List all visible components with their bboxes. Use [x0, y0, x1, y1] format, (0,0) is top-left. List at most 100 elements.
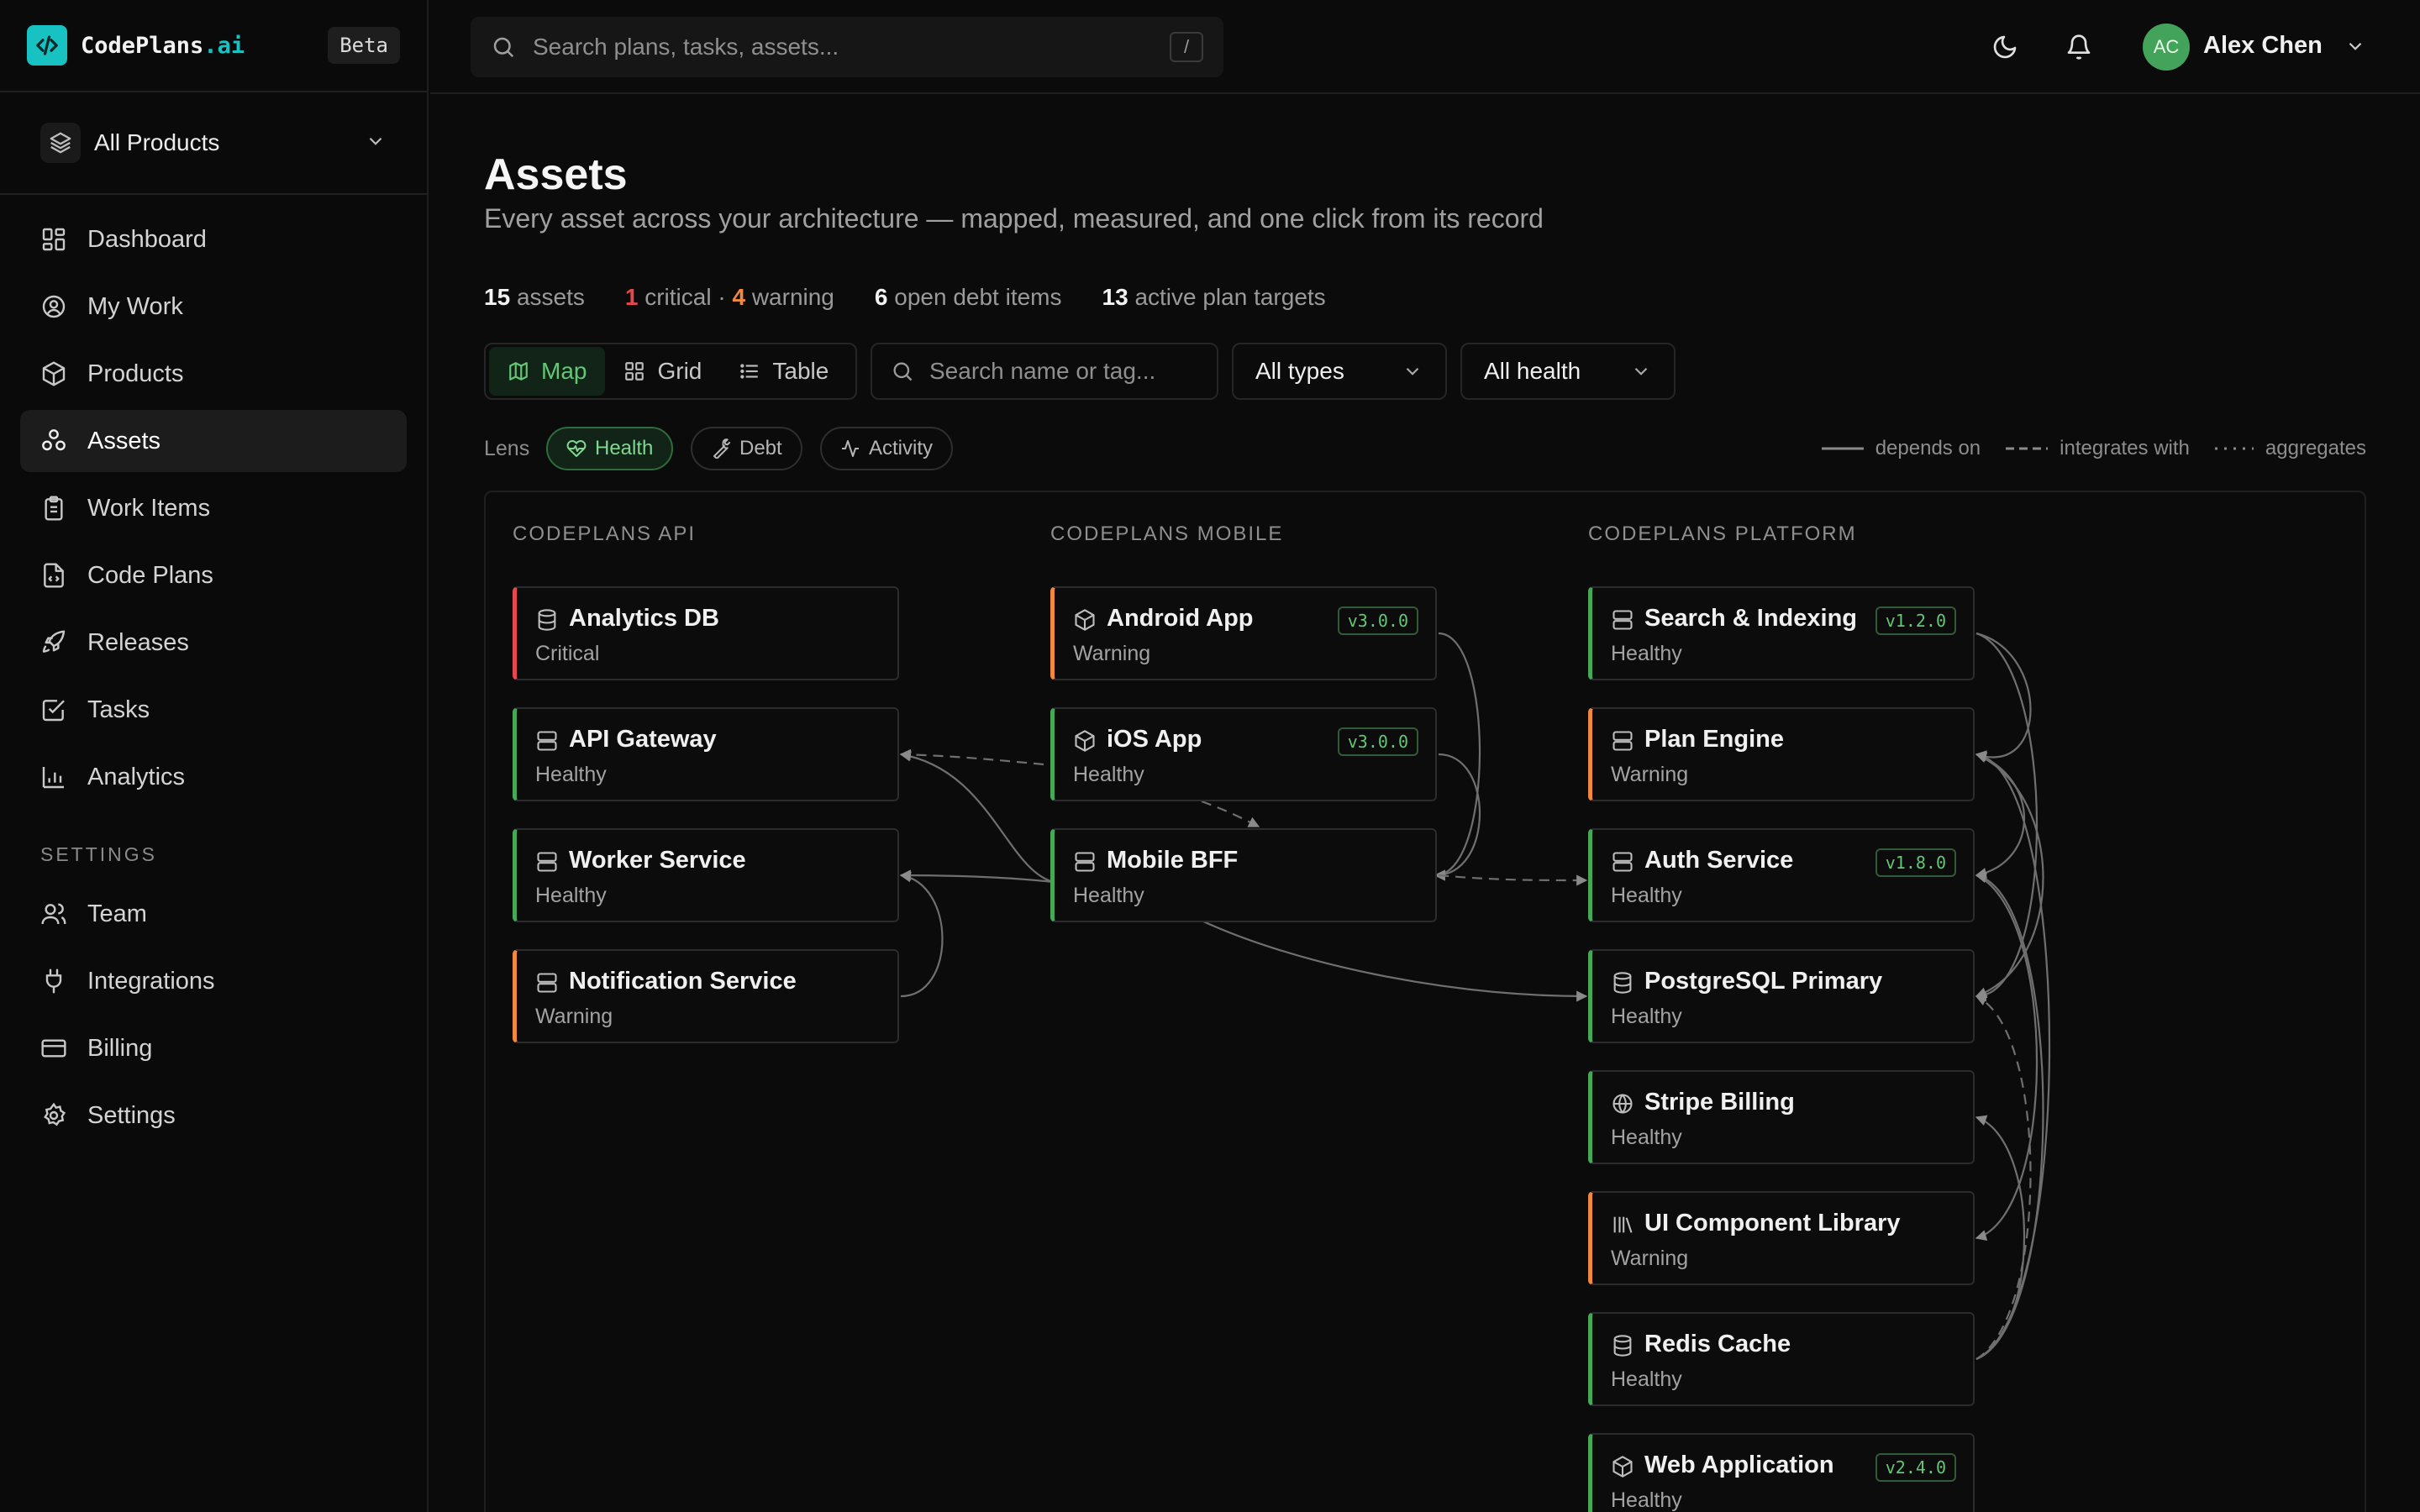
- column-heading: CODEPLANS MOBILE: [1050, 522, 1284, 545]
- lens-row: Lens Health Debt Activity depends on int…: [484, 427, 2366, 470]
- asset-name: iOS App: [1107, 726, 1202, 753]
- chevron-down-icon[interactable]: [2344, 35, 2366, 61]
- bell-icon[interactable]: [2060, 29, 2097, 66]
- server-icon: [1075, 852, 1095, 872]
- bar-chart-icon: [42, 767, 64, 789]
- map-icon: [509, 362, 528, 381]
- lens-label: Lens: [484, 437, 530, 460]
- asset-card[interactable]: Worker Service Healthy: [513, 828, 899, 922]
- nav-label: Assets: [87, 427, 161, 454]
- asset-card[interactable]: Plan Engine Warning: [1588, 707, 1975, 801]
- rocket-icon: [42, 630, 66, 653]
- nav-item-products[interactable]: Products: [20, 343, 407, 405]
- main-nav: Dashboard My Work Products Assets Work I…: [0, 195, 427, 1165]
- lens-health-chip[interactable]: Health: [546, 427, 674, 470]
- asset-card[interactable]: Web Application Healthy v2.4.0: [1588, 1433, 1975, 1512]
- asset-status: Warning: [1611, 763, 1689, 786]
- asset-card[interactable]: Stripe Billing Healthy: [1588, 1070, 1975, 1164]
- asset-card[interactable]: Analytics DB Critical: [513, 586, 899, 680]
- tab-grid[interactable]: Grid: [605, 347, 720, 396]
- settings-section-heading: SETTINGS: [40, 843, 158, 865]
- library-icon: [1613, 1216, 1633, 1233]
- asset-status: Warning: [1611, 1247, 1689, 1270]
- nav-label: Analytics: [87, 763, 186, 790]
- asset-card[interactable]: Android App Warning v3.0.0: [1050, 586, 1437, 680]
- nav-item-code-plans[interactable]: Code Plans: [20, 544, 407, 606]
- asset-card[interactable]: iOS App Healthy v3.0.0: [1050, 707, 1437, 801]
- assets-icon: [42, 429, 66, 451]
- edge-search-postgres: [1975, 632, 2038, 1002]
- page-title: Assets: [484, 150, 628, 199]
- global-search-input[interactable]: Search plans, tasks, assets... /: [471, 17, 1223, 77]
- wrench-icon: [713, 438, 731, 459]
- asset-card[interactable]: Auth Service Healthy v1.8.0: [1588, 828, 1975, 922]
- server-icon: [537, 852, 557, 872]
- nav-label: Billing: [87, 1034, 153, 1062]
- tab-table[interactable]: Table: [720, 347, 847, 396]
- asset-search-input[interactable]: Search name or tag...: [871, 343, 1218, 400]
- credit-card-icon: [41, 1039, 66, 1058]
- user-name[interactable]: Alex Chen: [2203, 32, 2323, 60]
- asset-card[interactable]: Mobile BFF Healthy: [1050, 828, 1437, 922]
- edge-auth-redis: [1975, 874, 2039, 1241]
- package-icon: [42, 361, 66, 386]
- nav-item-releases[interactable]: Releases: [20, 612, 407, 674]
- product-switcher-label: All Products: [94, 129, 220, 155]
- asset-name: Mobile BFF: [1107, 847, 1239, 874]
- asset-card[interactable]: Search & Indexing Healthy v1.2.0: [1588, 586, 1975, 680]
- avatar[interactable]: AC: [2143, 24, 2190, 71]
- asset-card[interactable]: Redis Cache Healthy: [1588, 1312, 1975, 1406]
- nav-item-assets[interactable]: Assets: [20, 410, 407, 472]
- nav-item-integrations[interactable]: Integrations: [20, 950, 407, 1012]
- edge-mobilebff-apigateway: [899, 750, 1055, 884]
- stat-health: 1 critical · 4 warning: [624, 284, 834, 310]
- nav-item-settings[interactable]: Settings: [20, 1084, 407, 1147]
- asset-card[interactable]: API Gateway Healthy: [513, 707, 899, 801]
- legend-depends-on: depends on: [1821, 437, 1981, 459]
- lens-activity-chip[interactable]: Activity: [820, 427, 954, 470]
- code-logo-icon[interactable]: [27, 25, 67, 66]
- edge-android-mobilebff: [1434, 632, 1481, 881]
- nav-item-team[interactable]: Team: [20, 883, 407, 945]
- asset-card[interactable]: UI Component Library Warning: [1588, 1191, 1975, 1285]
- health-filter-select[interactable]: All health: [1460, 343, 1676, 400]
- grid-icon: [625, 362, 644, 381]
- nav-item-tasks[interactable]: Tasks: [20, 679, 407, 741]
- asset-status: Healthy: [1073, 763, 1144, 786]
- app-root: CodePlans.ai Beta All Products Dashboard…: [0, 0, 2420, 1512]
- asset-status: Healthy: [1611, 1005, 1682, 1028]
- box-icon: [1075, 730, 1095, 752]
- asset-status: Critical: [535, 642, 600, 665]
- asset-name: Web Application: [1644, 1452, 1834, 1478]
- nav-label: Products: [87, 360, 184, 387]
- brand-name[interactable]: CodePlans.ai: [81, 33, 245, 59]
- tab-map[interactable]: Map: [489, 347, 606, 396]
- theme-toggle-moon-icon[interactable]: [1986, 29, 2023, 66]
- type-filter-select[interactable]: All types: [1232, 343, 1447, 400]
- nav-label: Work Items: [87, 494, 211, 522]
- edge-ios-apigateway: [899, 748, 1044, 766]
- product-switcher[interactable]: All Products: [0, 92, 427, 195]
- nav-item-analytics[interactable]: Analytics: [20, 746, 407, 808]
- nav-item-dashboard[interactable]: Dashboard: [20, 208, 407, 270]
- dashboard-icon: [42, 228, 66, 251]
- nav-item-work-items[interactable]: Work Items: [20, 477, 407, 539]
- lens-debt-chip[interactable]: Debt: [691, 427, 802, 470]
- asset-card[interactable]: PostgreSQL Primary Healthy: [1588, 949, 1975, 1043]
- asset-card[interactable]: Notification Service Warning: [513, 949, 899, 1043]
- version-badge: v3.0.0: [1337, 727, 1418, 756]
- database-icon: [1613, 1335, 1632, 1357]
- nav-item-my-work[interactable]: My Work: [20, 276, 407, 338]
- column-heading: CODEPLANS API: [513, 522, 697, 545]
- layers-icon: [40, 123, 81, 163]
- plug-icon: [45, 969, 62, 994]
- stat-targets: 13 active plan targets: [1102, 284, 1326, 310]
- server-icon: [1612, 610, 1633, 630]
- asset-name: Plan Engine: [1644, 726, 1784, 753]
- edge-web-stripe: [1975, 995, 2032, 1360]
- topbar: Search plans, tasks, assets... / AC Alex…: [430, 0, 2420, 94]
- users-icon: [41, 903, 66, 925]
- asset-name: Search & Indexing: [1644, 605, 1858, 632]
- nav-item-billing[interactable]: Billing: [20, 1017, 407, 1079]
- server-icon: [537, 973, 557, 993]
